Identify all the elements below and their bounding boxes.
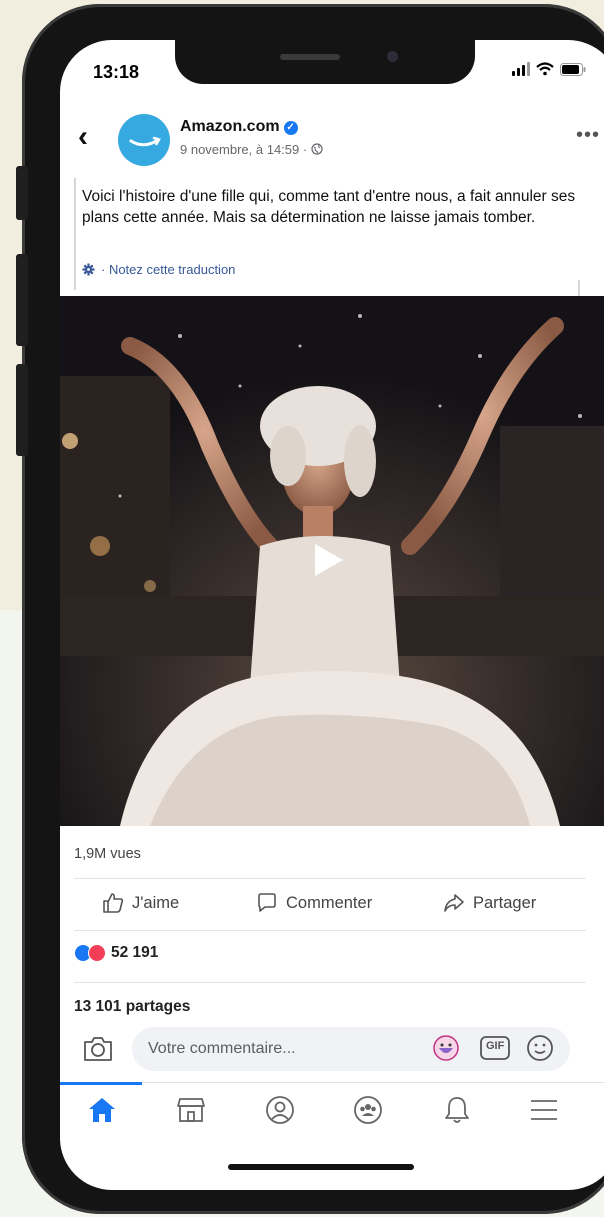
video-player[interactable] [60,296,604,826]
post-actions: J'aime Commenter Partager [60,886,604,926]
tab-menu[interactable] [524,1093,564,1127]
home-indicator[interactable] [228,1164,414,1170]
love-reaction-icon [88,944,106,962]
post-header: ‹ Amazon.com ✓ 9 novembre, à 14:59 · ••• [60,110,604,174]
profile-icon [266,1096,294,1124]
page-avatar[interactable] [118,114,170,166]
share-label: Partager [473,893,537,912]
page-name-text: Amazon.com [180,118,280,135]
hamburger-menu-icon [531,1100,557,1120]
phone-screen: 13:18 ‹ Amazon.com ✓ 9 novembre, à 14:59… [60,40,604,1190]
tab-marketplace[interactable] [171,1093,211,1127]
divider [74,878,586,879]
avatar-sticker-icon[interactable] [432,1034,460,1062]
translation-border-right [578,280,580,296]
post-date-text: 9 novembre, à 14:59 · [180,142,308,157]
emoji-icon[interactable] [526,1034,554,1062]
page-name[interactable]: Amazon.com ✓ [180,118,298,136]
tab-notifications[interactable] [437,1093,477,1127]
signal-icon [512,62,530,76]
like-label: J'aime [132,893,180,912]
tab-profile[interactable] [260,1093,300,1127]
status-icons [512,62,586,76]
mute-switch [16,166,28,220]
active-tab-indicator [60,1082,142,1085]
volume-down-button [16,364,28,456]
home-icon [89,1098,115,1122]
status-time: 13:18 [93,62,140,82]
back-button[interactable]: ‹ [78,120,88,154]
gear-icon [82,263,95,276]
volume-up-button [16,254,28,346]
comment-bar: GIF [60,1025,604,1073]
bell-icon [445,1097,469,1123]
more-options-icon[interactable]: ••• [576,124,600,147]
phone-notch [175,40,475,84]
rate-translation-link[interactable]: · Notez cette traduction [82,262,235,277]
divider [74,930,586,931]
post-text: Voici l'histoire d'une fille qui, comme … [82,188,576,226]
tab-groups[interactable] [348,1093,388,1127]
bottom-tab-bar [60,1082,604,1139]
gif-label: GIF [486,1040,505,1052]
verified-badge-icon: ✓ [283,121,298,135]
speaker-grille [280,54,340,60]
thumbs-up-icon [103,893,124,913]
comment-label: Commenter [286,893,373,912]
reactions-summary[interactable]: 52 191 [74,944,158,962]
view-count: 1,9M vues [74,846,141,862]
shares-count[interactable]: 13 101 partages [74,998,190,1016]
speech-bubble-icon [258,893,276,912]
front-camera [387,51,398,62]
translation-border [74,178,76,290]
like-button[interactable]: J'aime [102,892,179,914]
tab-home[interactable] [82,1093,122,1127]
amazon-logo-icon [129,136,161,147]
share-button[interactable]: Partager [443,892,536,914]
divider [74,982,586,983]
post-date: 9 novembre, à 14:59 · [180,142,323,157]
play-icon[interactable] [312,542,346,578]
reactions-count: 52 191 [111,944,159,961]
marketplace-icon [177,1098,205,1122]
battery-icon [560,63,586,76]
rate-translation-text: · Notez cette traduction [101,262,236,277]
comment-button[interactable]: Commenter [256,892,372,914]
globe-icon [311,143,323,155]
groups-icon [354,1096,382,1124]
wifi-icon [536,62,554,76]
camera-icon[interactable] [82,1035,114,1063]
share-arrow-icon [444,894,464,912]
